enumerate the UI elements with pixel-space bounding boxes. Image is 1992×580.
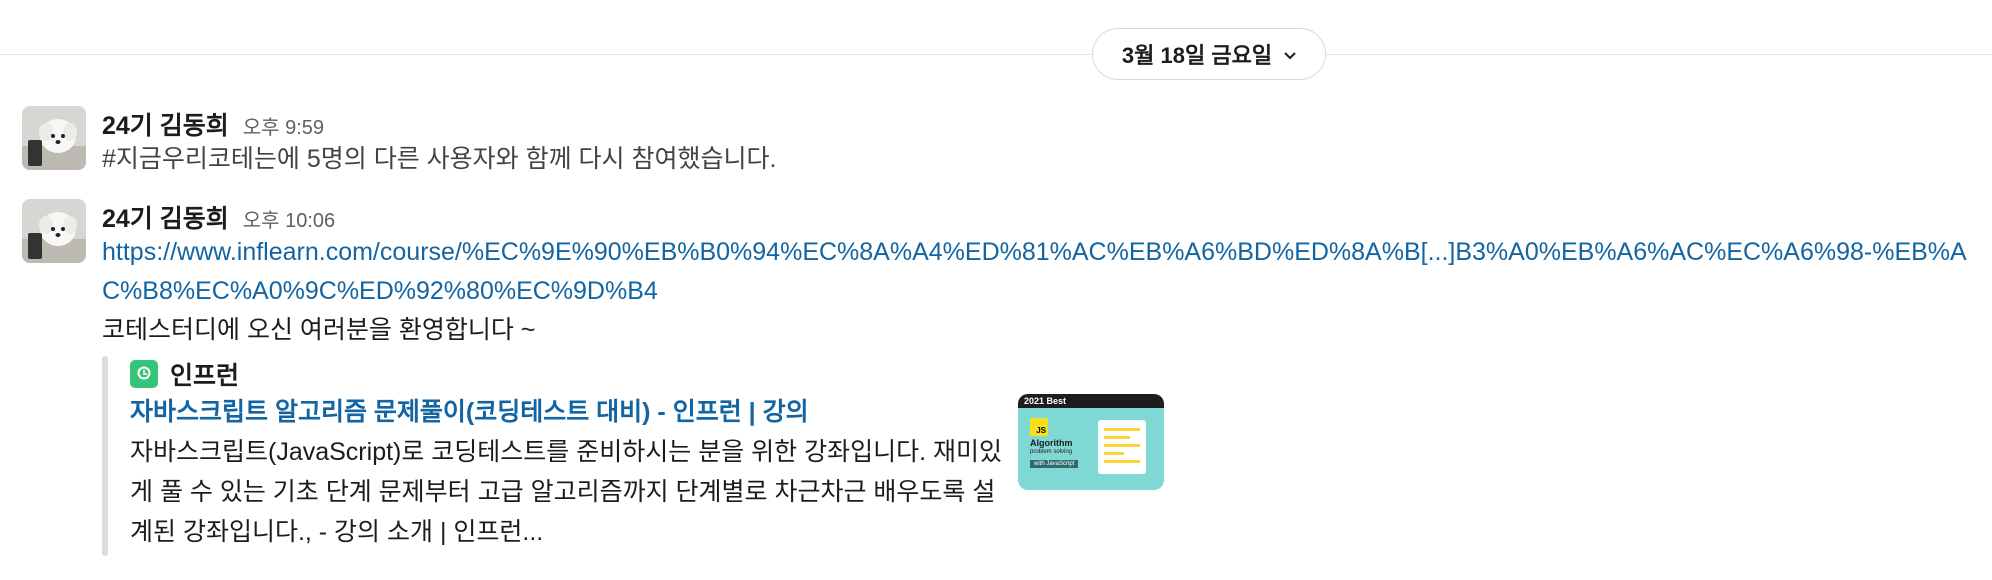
inflearn-logo-icon xyxy=(130,360,158,388)
message-body: 24기 김동희 오후 10:06 https://www.inflearn.co… xyxy=(102,199,1972,556)
thumbnail-subheading: problem solving xyxy=(1030,449,1073,455)
date-label: 3월 18일 금요일 xyxy=(1121,43,1273,68)
js-logo-icon: JS xyxy=(1030,418,1048,436)
message-body: 24기 김동희 오후 9:59 #지금우리코테는에 5명의 다른 사용자와 함께… xyxy=(102,106,1972,179)
message-header: 24기 김동희 오후 9:59 xyxy=(102,106,1972,140)
avatar[interactable] xyxy=(22,106,86,170)
date-jump-button[interactable]: 3월 18일 금요일 xyxy=(1092,28,1326,80)
divider-rule xyxy=(0,54,1992,55)
message-text: 코테스터디에 오신 여러분을 환영합니다 ~ xyxy=(102,316,536,344)
quote-bar xyxy=(102,356,108,556)
course-link[interactable]: https://www.inflearn.com/course/%EC%9E%9… xyxy=(102,233,1972,311)
message-item: 24기 김동희 오후 10:06 https://www.inflearn.co… xyxy=(22,199,1972,559)
unfurl-thumbnail[interactable]: 2021 Best JS Algorithm problem solving w… xyxy=(1018,394,1164,490)
thumbnail-heading: Algorithm xyxy=(1030,438,1073,448)
unfurl-description: 자바스크립트(JavaScript)로 코딩테스트를 준비하시는 분을 위한 강… xyxy=(130,438,1002,546)
thumbnail-badge-bar: 2021 Best xyxy=(1018,394,1164,408)
link-unfurl: 인프런 자바스크립트 알고리즘 문제풀이(코딩테스트 대비) - 인프런 | 강… xyxy=(102,356,1972,556)
message-timestamp[interactable]: 오후 9:59 xyxy=(243,111,324,140)
message-header: 24기 김동희 오후 10:06 xyxy=(102,199,1972,233)
thumbnail-badge: 2021 Best xyxy=(1024,396,1067,406)
message-text: #지금우리코테는에 5명의 다른 사용자와 함께 다시 참여했습니다. xyxy=(102,145,777,173)
thumbnail-tag: with JavaScript xyxy=(1030,460,1079,468)
unfurl-service: 인프런 xyxy=(130,356,1972,392)
message-item: 24기 김동희 오후 9:59 #지금우리코테는에 5명의 다른 사용자와 함께… xyxy=(22,106,1972,173)
author-name[interactable]: 24기 김동희 xyxy=(102,199,229,235)
message-timestamp[interactable]: 오후 10:06 xyxy=(243,204,335,233)
date-divider: 3월 18일 금요일 xyxy=(0,26,1992,86)
thumbnail-illustration xyxy=(1098,420,1146,474)
chevron-down-icon xyxy=(1284,48,1296,63)
author-name[interactable]: 24기 김동희 xyxy=(102,106,229,142)
unfurl-service-name: 인프런 xyxy=(170,362,240,390)
avatar[interactable] xyxy=(22,199,86,263)
